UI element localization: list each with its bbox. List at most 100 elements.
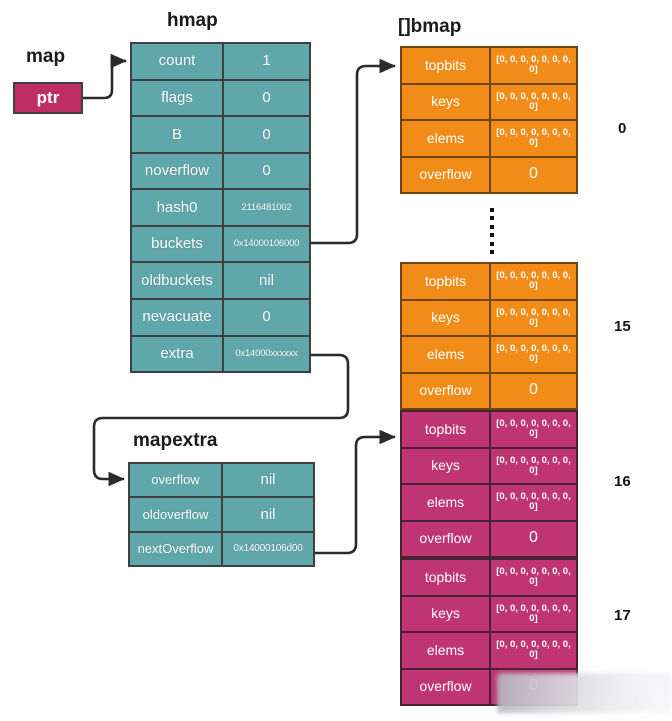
bmap-field-value-topbits: [0, 0, 0, 0, 0, 0, 0, 0] <box>496 418 571 440</box>
bmap-field-value-overflow: 0 <box>529 165 538 183</box>
bmap-field-name-keys: keys <box>402 596 491 631</box>
bmap-field-value-elems: [0, 0, 0, 0, 0, 0, 0, 0] <box>496 127 571 149</box>
blurred-watermark-overlay <box>497 673 672 713</box>
hmap-field-name-count: count <box>132 44 224 79</box>
mapextra-struct: overflow nil oldoverflow nil nextOverflo… <box>128 462 315 567</box>
hmap-field-value-hash0: 2116481002 <box>241 201 292 213</box>
bmap-row-topbits: topbits [0, 0, 0, 0, 0, 0, 0, 0] <box>402 264 576 301</box>
bucket-index-0: 0 <box>618 120 627 137</box>
bmap-row-elems: elems [0, 0, 0, 0, 0, 0, 0, 0] <box>402 485 576 522</box>
hmap-field-value-count: 1 <box>262 52 271 70</box>
bmap-row-elems: elems [0, 0, 0, 0, 0, 0, 0, 0] <box>402 337 576 374</box>
hmap-field-name-flags: flags <box>132 80 224 116</box>
bmap-field-name-elems: elems <box>402 121 491 156</box>
bucket-index-15: 15 <box>614 318 631 335</box>
hmap-field-value-oldbuckets: nil <box>258 271 274 289</box>
mapextra-field-name-overflow: overflow <box>130 464 223 497</box>
map-caption: map <box>26 46 66 67</box>
mapextra-caption: mapextra <box>133 430 218 451</box>
bmap-row-topbits: topbits [0, 0, 0, 0, 0, 0, 0, 0] <box>402 560 576 597</box>
hmap-row-b: B 0 <box>132 117 309 154</box>
bmap-field-name-elems: elems <box>402 633 491 668</box>
bmap-field-name-keys: keys <box>402 84 491 119</box>
bmap-field-name-topbits: topbits <box>402 264 491 299</box>
hmap-field-name-hash0: hash0 <box>132 190 224 225</box>
bmap-field-value-topbits: [0, 0, 0, 0, 0, 0, 0, 0] <box>496 54 571 76</box>
bmap-field-value-keys: [0, 0, 0, 0, 0, 0, 0, 0] <box>496 306 571 328</box>
bmap-field-value-keys: [0, 0, 0, 0, 0, 0, 0, 0] <box>496 454 571 476</box>
bmap-field-value-keys: [0, 0, 0, 0, 0, 0, 0, 0] <box>496 90 571 112</box>
hmap-row-flags: flags 0 <box>132 80 309 118</box>
hmap-field-value-extra: 0x14000xxxxxx <box>235 347 298 359</box>
bmap-row-topbits: topbits [0, 0, 0, 0, 0, 0, 0, 0] <box>402 412 576 449</box>
bucket-index-17: 17 <box>614 607 631 624</box>
bmap-field-name-overflow: overflow <box>402 521 491 556</box>
bmap-field-name-topbits: topbits <box>402 48 491 83</box>
bmap-field-value-overflow: 0 <box>529 381 538 399</box>
hmap-row-hash0: hash0 2116481002 <box>132 190 309 227</box>
mapextra-row-nextoverflow: nextOverflow 0x14000106d00 <box>130 532 313 565</box>
bmap-row-elems: elems [0, 0, 0, 0, 0, 0, 0, 0] <box>402 121 576 158</box>
hmap-field-value-flags: 0 <box>262 88 271 106</box>
bmap-bucket-16: topbits [0, 0, 0, 0, 0, 0, 0, 0] keys [0… <box>400 410 578 558</box>
hmap-row-nevacuate: nevacuate 0 <box>132 299 309 337</box>
mapextra-field-value-nextoverflow: 0x14000106d00 <box>233 542 303 554</box>
bmap-field-value-topbits: [0, 0, 0, 0, 0, 0, 0, 0] <box>496 270 571 292</box>
bmap-field-name-topbits: topbits <box>402 412 491 447</box>
bmap-field-name-topbits: topbits <box>402 560 491 595</box>
bmap-row-keys: keys [0, 0, 0, 0, 0, 0, 0, 0] <box>402 300 576 337</box>
hmap-field-value-noverflow: 0 <box>262 162 271 180</box>
bmap-field-value-elems: [0, 0, 0, 0, 0, 0, 0, 0] <box>496 343 571 365</box>
hmap-field-value-nevacuate: 0 <box>262 308 271 326</box>
map-ptr-box: ptr <box>13 82 83 114</box>
hmap-field-name-noverflow: noverflow <box>132 153 224 189</box>
bmap-field-name-overflow: overflow <box>402 157 491 192</box>
bmap-field-name-elems: elems <box>402 485 491 520</box>
bmap-field-name-keys: keys <box>402 448 491 483</box>
bmap-row-overflow: overflow 0 <box>402 373 576 408</box>
mapextra-row-oldoverflow: oldoverflow nil <box>130 498 313 533</box>
hmap-caption: hmap <box>167 10 218 31</box>
bmap-caption: []bmap <box>398 16 462 37</box>
hmap-row-count: count 1 <box>132 44 309 81</box>
bmap-row-keys: keys [0, 0, 0, 0, 0, 0, 0, 0] <box>402 84 576 121</box>
bmap-field-value-keys: [0, 0, 0, 0, 0, 0, 0, 0] <box>496 602 571 624</box>
bmap-field-name-keys: keys <box>402 300 491 335</box>
bmap-row-overflow: overflow 0 <box>402 157 576 192</box>
bmap-field-value-topbits: [0, 0, 0, 0, 0, 0, 0, 0] <box>496 566 571 588</box>
bmap-field-value-elems: [0, 0, 0, 0, 0, 0, 0, 0] <box>496 491 571 513</box>
bmap-bucket-15: topbits [0, 0, 0, 0, 0, 0, 0, 0] keys [0… <box>400 262 578 410</box>
hmap-field-value-b: 0 <box>262 125 271 143</box>
diagram-canvas: map hmap []bmap mapextra ptr count 1 fla… <box>0 0 672 721</box>
mapextra-field-name-nextoverflow: nextOverflow <box>130 532 223 565</box>
hmap-struct: count 1 flags 0 B 0 noverflow 0 hash0 21… <box>130 42 311 373</box>
mapextra-field-name-oldoverflow: oldoverflow <box>130 498 223 531</box>
hmap-field-name-nevacuate: nevacuate <box>132 299 224 335</box>
hmap-field-name-b: B <box>132 117 224 152</box>
bmap-row-overflow: overflow 0 <box>402 521 576 556</box>
bucket-index-16: 16 <box>614 473 631 490</box>
hmap-row-extra: extra 0x14000xxxxxx <box>132 336 309 372</box>
mapextra-field-value-overflow: nil <box>260 471 276 489</box>
bmap-bucket-0: topbits [0, 0, 0, 0, 0, 0, 0, 0] keys [0… <box>400 46 578 194</box>
hmap-row-noverflow: noverflow 0 <box>132 153 309 191</box>
hmap-row-buckets: buckets 0x14000106000 <box>132 226 309 264</box>
hmap-field-name-extra: extra <box>132 336 224 372</box>
bmap-field-value-elems: [0, 0, 0, 0, 0, 0, 0, 0] <box>496 639 571 661</box>
mapextra-field-value-oldoverflow: nil <box>260 505 276 523</box>
vertical-ellipsis-icon <box>489 208 495 254</box>
hmap-field-name-oldbuckets: oldbuckets <box>132 263 224 298</box>
mapextra-row-overflow: overflow nil <box>130 464 313 499</box>
bmap-row-topbits: topbits [0, 0, 0, 0, 0, 0, 0, 0] <box>402 48 576 85</box>
hmap-field-name-buckets: buckets <box>132 226 224 262</box>
hmap-field-value-buckets: 0x14000106000 <box>233 238 300 250</box>
bmap-row-elems: elems [0, 0, 0, 0, 0, 0, 0, 0] <box>402 633 576 670</box>
bmap-field-value-overflow: 0 <box>529 529 538 547</box>
bmap-row-keys: keys [0, 0, 0, 0, 0, 0, 0, 0] <box>402 448 576 485</box>
bmap-field-name-overflow: overflow <box>402 669 491 704</box>
hmap-row-oldbuckets: oldbuckets nil <box>132 263 309 300</box>
bmap-field-name-elems: elems <box>402 337 491 372</box>
map-ptr-label: ptr <box>36 88 60 107</box>
bmap-field-name-overflow: overflow <box>402 373 491 408</box>
bmap-row-keys: keys [0, 0, 0, 0, 0, 0, 0, 0] <box>402 596 576 633</box>
